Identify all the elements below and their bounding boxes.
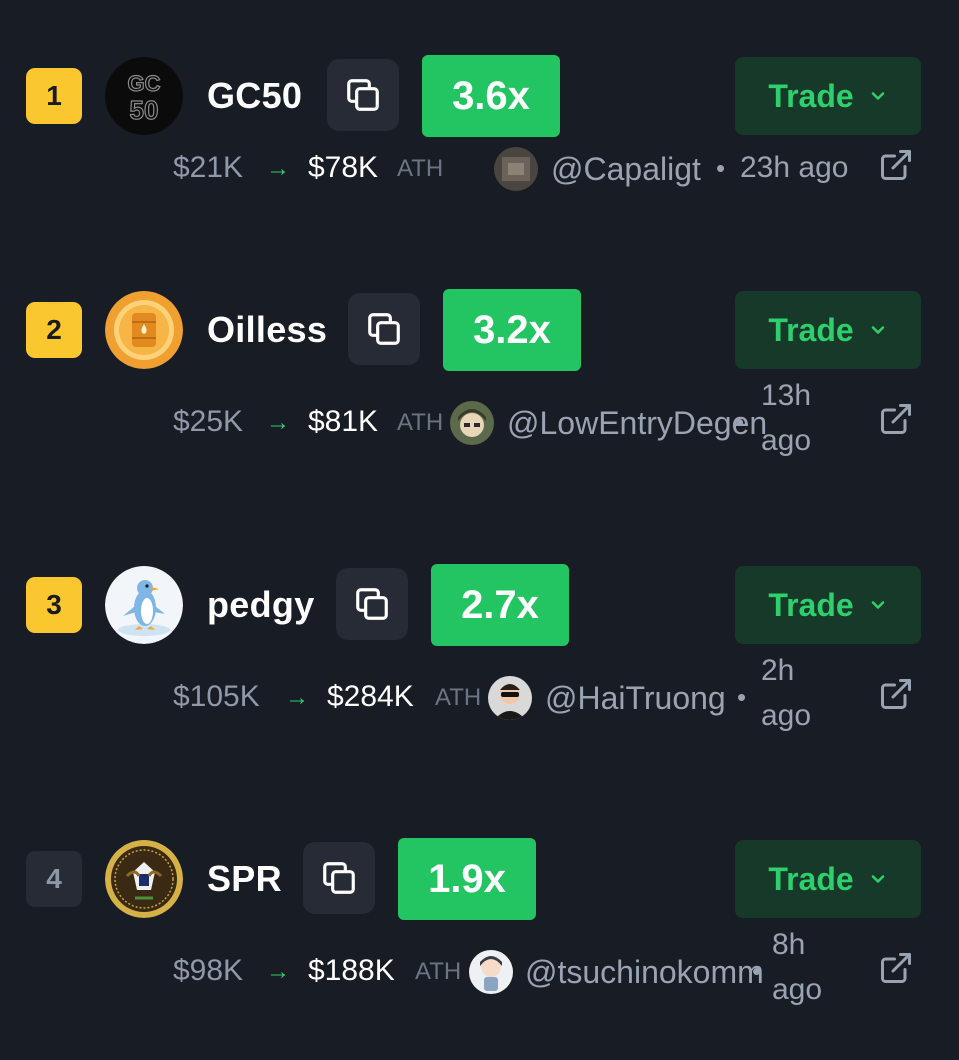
token-name: Oilless (207, 309, 328, 350)
token-row: 2 Oilless 3.2x Trade $25K → $81K ATH @Lo… (0, 289, 959, 491)
copy-address-button[interactable] (327, 59, 399, 131)
token-meta: $25K → $81K ATH @LowEntryDegen • 13h ago (0, 379, 959, 475)
user-chibi-avatar-icon[interactable] (469, 950, 513, 994)
gc50-logo-icon[interactable]: GC 50 (105, 57, 183, 135)
token-row: 1 GC 50 GC50 3.6x Trade $21K → $78K ATH (0, 55, 959, 257)
ath-price: $284K (327, 680, 414, 713)
token-name: GC50 (207, 75, 303, 116)
trade-label: Trade (768, 860, 854, 897)
token-meta: $21K → $78K ATH @Capaligt • 23h ago (0, 147, 959, 221)
external-link-icon[interactable] (878, 950, 914, 986)
start-price: $25K (173, 405, 244, 438)
time-ago: 8h ago (772, 922, 822, 1012)
trade-label: Trade (768, 77, 854, 114)
seal-logo-icon[interactable] (105, 840, 183, 918)
token-row: 3 pedgy 2.7x Trade $105K → $284K ATH @Ha… (0, 564, 959, 766)
svg-text:50: 50 (130, 95, 159, 125)
arrow-icon: → (266, 155, 290, 182)
trade-button[interactable]: Trade (735, 57, 921, 135)
arrow-icon: → (285, 684, 309, 711)
user-photo-icon[interactable] (494, 147, 538, 191)
ath-label: ATH (415, 958, 462, 985)
user-handle[interactable]: @HaiTruong (545, 680, 726, 717)
rank-badge: 1 (26, 68, 82, 124)
arrow-icon: → (266, 958, 290, 985)
user-anime-avatar-icon[interactable] (450, 401, 494, 445)
time-ago: 2h ago (761, 648, 811, 738)
token-meta: $98K → $188K ATH @tsuchinokomm • 8h ago (0, 928, 959, 1024)
external-link-icon[interactable] (878, 401, 914, 437)
trade-button[interactable]: Trade (735, 566, 921, 644)
multiplier-badge: 1.9x (398, 838, 536, 920)
user-handle[interactable]: @Capaligt (551, 151, 701, 188)
time-ago: 23h ago (740, 151, 849, 184)
ath-label: ATH (397, 155, 444, 182)
copy-address-button[interactable] (336, 568, 408, 640)
external-link-icon[interactable] (878, 676, 914, 712)
separator-dot: • (716, 153, 726, 183)
token-list: 1 GC 50 GC50 3.6x Trade $21K → $78K ATH (0, 0, 959, 1060)
ath-label: ATH (397, 409, 444, 436)
rank-badge: 3 (26, 577, 82, 633)
copy-icon (347, 79, 379, 111)
external-link-icon[interactable] (878, 147, 914, 183)
ath-label: ATH (435, 684, 482, 711)
separator-dot: • (737, 682, 747, 712)
rank-badge: 2 (26, 302, 82, 358)
multiplier-badge: 2.7x (431, 564, 569, 646)
start-price: $105K (173, 680, 260, 713)
start-price: $98K (173, 954, 244, 987)
penguin-logo-icon[interactable] (105, 566, 183, 644)
user-sunglasses-avatar-icon[interactable] (488, 676, 532, 720)
ath-price: $78K (308, 151, 379, 184)
user-handle[interactable]: @tsuchinokomm (525, 954, 764, 991)
time-ago: 13h ago (761, 373, 811, 463)
copy-icon (323, 862, 355, 894)
time-suffix: ago (772, 973, 823, 1006)
trade-label: Trade (768, 311, 854, 348)
trade-button[interactable]: Trade (735, 291, 921, 369)
time-value: 2h (761, 654, 795, 687)
oil-barrel-logo-icon[interactable] (105, 291, 183, 369)
chevron-down-icon (871, 92, 884, 100)
time-suffix: ago (761, 424, 812, 457)
token-meta: $105K → $284K ATH @HaiTruong • 2h ago (0, 654, 959, 750)
user-handle[interactable]: @LowEntryDegen (507, 405, 767, 442)
time-suffix: ago (761, 699, 812, 732)
start-price: $21K (173, 151, 244, 184)
copy-address-button[interactable] (348, 293, 420, 365)
token-row: 4 SPR 1.9x Trade $98K → $188K ATH @tsuch… (0, 838, 959, 1040)
copy-icon (368, 313, 400, 345)
ath-price: $188K (308, 954, 395, 987)
separator-dot: • (752, 956, 762, 986)
copy-address-button[interactable] (303, 842, 375, 914)
chevron-down-icon (871, 601, 884, 609)
svg-text:GC: GC (128, 71, 161, 96)
ath-price: $81K (308, 405, 379, 438)
chevron-down-icon (871, 875, 884, 883)
trade-button[interactable]: Trade (735, 840, 921, 918)
trade-label: Trade (768, 586, 854, 623)
chevron-down-icon (871, 326, 884, 334)
multiplier-badge: 3.2x (443, 289, 581, 371)
token-name: pedgy (207, 584, 315, 625)
copy-icon (356, 588, 388, 620)
separator-dot: • (735, 407, 745, 437)
multiplier-badge: 3.6x (422, 55, 560, 137)
token-name: SPR (207, 858, 282, 899)
rank-badge: 4 (26, 851, 82, 907)
arrow-icon: → (266, 409, 290, 436)
time-value: 8h (772, 928, 806, 961)
time-value: 13h (761, 379, 812, 412)
